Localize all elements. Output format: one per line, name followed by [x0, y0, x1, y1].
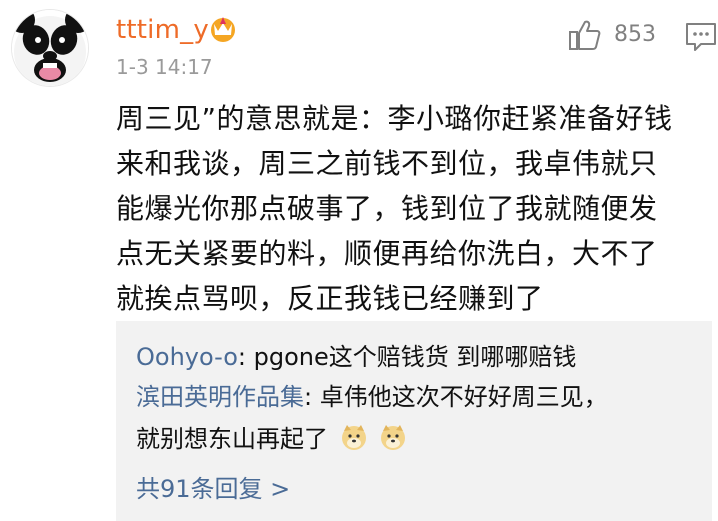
reply-item: 滨田英明作品集: 卓伟他这次不好好周三见， — [136, 379, 608, 415]
replies-panel: Oohyo-o: pgone这个赔钱货 到哪哪赔钱 滨田英明作品集: 卓伟他这次… — [116, 321, 712, 521]
reply-author[interactable]: Oohyo-o — [136, 343, 238, 371]
reply-item: Oohyo-o: pgone这个赔钱货 到哪哪赔钱 — [136, 339, 576, 375]
timestamp: 1-3 14:17 — [116, 55, 213, 79]
reply-button[interactable] — [684, 21, 718, 53]
thumbs-up-icon — [569, 20, 601, 50]
more-replies-link[interactable]: 共91条回复 > — [136, 471, 290, 507]
panda-avatar-image — [12, 10, 88, 86]
reply-author[interactable]: 滨田英明作品集 — [136, 383, 304, 411]
doge-emoji-icon — [341, 425, 366, 450]
avatar[interactable] — [12, 10, 88, 86]
comment-card: tttim_y 1-3 14:17 853 周三见”的意思就是：李小璐你赶紧准备… — [0, 0, 718, 521]
reply-separator: : — [304, 383, 320, 411]
doge-emoji-icon — [381, 425, 406, 450]
reply-text: 卓伟他这次不好好周三见， — [319, 383, 608, 411]
username[interactable]: tttim_y — [116, 14, 209, 46]
reply-continuation: 就别想东山再起了 — [136, 421, 407, 457]
comment-text: 周三见”的意思就是：李小璐你赶紧准备好钱 来和我谈，周三之前钱不到位，我卓伟就只… — [116, 102, 673, 315]
like-count: 853 — [614, 22, 656, 47]
reply-text-continuation: 就别想东山再起了 — [136, 425, 328, 453]
reply-separator: : — [237, 343, 254, 371]
comment-icon — [686, 23, 716, 51]
reply-text: pgone这个赔钱货 到哪哪赔钱 — [253, 343, 577, 371]
like-button[interactable]: 853 — [568, 18, 656, 52]
crown-icon — [211, 17, 235, 42]
